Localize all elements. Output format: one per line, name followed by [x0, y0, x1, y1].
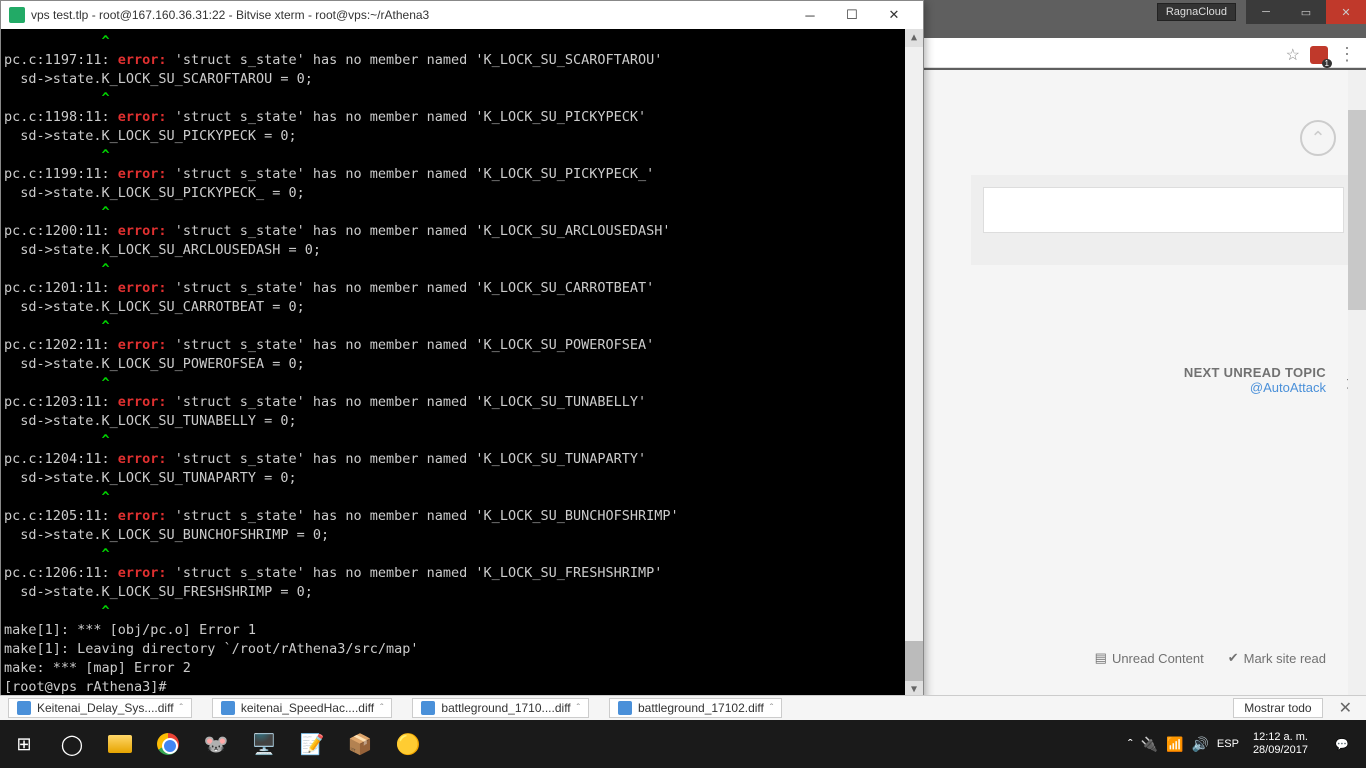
file-explorer-button[interactable] — [96, 720, 144, 768]
browser-maximize-button[interactable]: ▭ — [1286, 0, 1326, 24]
chevron-up-icon: ˆ — [180, 703, 183, 714]
mark-site-read-link[interactable]: ✔ Mark site read — [1228, 650, 1326, 666]
next-topic-title: @AutoAttack — [1184, 380, 1326, 395]
notepad-plus-button[interactable]: 📝 — [288, 720, 336, 768]
file-icon — [421, 701, 435, 715]
page-scrollbar-thumb[interactable] — [1348, 110, 1366, 310]
file-icon — [618, 701, 632, 715]
terminal-minimize-button[interactable]: ─ — [789, 2, 831, 28]
download-filename: keitenai_SpeedHac....diff — [241, 701, 374, 715]
start-button[interactable]: ⊞ — [0, 720, 48, 768]
forum-footer-links: ▤ Unread Content ✔ Mark site read — [1095, 650, 1326, 666]
list-icon: ▤ — [1095, 650, 1107, 666]
download-filename: battleground_1710....diff — [441, 701, 570, 715]
terminal-body[interactable]: ^pc.c:1197:11: error: 'struct s_state' h… — [1, 29, 923, 699]
terminal-title-text: vps test.tlp - root@167.160.36.31:22 - B… — [31, 8, 789, 22]
chevron-up-icon: ˆ — [770, 703, 773, 714]
cortana-button[interactable]: ◯ — [48, 720, 96, 768]
browser-window-controls: ─ ▭ ✕ — [1246, 0, 1366, 24]
download-item[interactable]: battleground_1710....diff ˆ — [412, 698, 589, 718]
taskbar-app-3[interactable]: 📦 — [336, 720, 384, 768]
taskbar-app-1[interactable]: 🐭 — [192, 720, 240, 768]
download-item[interactable]: keitenai_SpeedHac....diff ˆ — [212, 698, 393, 718]
page-scrollbar[interactable] — [1348, 70, 1366, 720]
chevron-up-icon: ˆ — [577, 703, 580, 714]
taskbar-clock[interactable]: 12:12 a. m. 28/09/2017 — [1247, 731, 1314, 757]
unread-content-link[interactable]: ▤ Unread Content — [1095, 650, 1204, 666]
chevron-up-icon: ˆ — [380, 703, 383, 714]
bitvise-icon — [9, 7, 25, 23]
clock-time: 12:12 a. m. — [1253, 731, 1308, 744]
volume-icon[interactable]: 🔊 — [1191, 736, 1208, 753]
browser-menu-icon[interactable]: ⋮ — [1338, 44, 1356, 65]
terminal-titlebar[interactable]: vps test.tlp - root@167.160.36.31:22 - B… — [1, 1, 923, 29]
clock-date: 28/09/2017 — [1253, 744, 1308, 757]
windows-taskbar: ⊞ ◯ 🐭 🖥️ 📝 📦 🟡 ˆ 🔌 📶 🔊 ESP 12:12 a. m. 2… — [0, 720, 1366, 768]
downloads-bar: Keitenai_Delay_Sys....diffˆkeitenai_Spee… — [0, 695, 1366, 720]
wifi-icon[interactable]: 📶 — [1166, 736, 1183, 753]
next-topic-label: NEXT UNREAD TOPIC — [1184, 365, 1326, 380]
reply-box-wrapper — [971, 175, 1356, 265]
power-icon[interactable]: 🔌 — [1141, 736, 1158, 753]
browser-minimize-button[interactable]: ─ — [1246, 0, 1286, 24]
reply-input[interactable] — [983, 187, 1344, 233]
extension-shield-icon[interactable] — [1310, 46, 1328, 64]
taskbar-app-2[interactable]: 🖥️ — [240, 720, 288, 768]
scroll-up-arrow-icon[interactable]: ▲ — [905, 29, 923, 47]
browser-close-button[interactable]: ✕ — [1326, 0, 1366, 24]
download-filename: Keitenai_Delay_Sys....diff — [37, 701, 174, 715]
check-icon: ✔ — [1228, 650, 1239, 666]
next-unread-topic-link[interactable]: NEXT UNREAD TOPIC @AutoAttack › — [1184, 365, 1326, 395]
bitvise-taskbar-button[interactable]: 🟡 — [384, 720, 432, 768]
language-indicator[interactable]: ESP — [1217, 738, 1239, 750]
browser-tab-ragnacloud[interactable]: RagnaCloud — [1157, 3, 1236, 21]
file-icon — [221, 701, 235, 715]
scroll-to-top-button[interactable]: ⌃ — [1300, 120, 1336, 156]
download-item[interactable]: Keitenai_Delay_Sys....diff ˆ — [8, 698, 192, 718]
terminal-maximize-button[interactable]: ☐ — [831, 2, 873, 28]
action-center-button[interactable]: 💬 — [1322, 720, 1362, 768]
bookmark-star-icon[interactable]: ☆ — [1286, 45, 1300, 65]
close-downloads-bar-button[interactable]: ✕ — [1333, 698, 1358, 718]
terminal-scrollbar[interactable]: ▲ ▼ — [905, 29, 923, 699]
terminal-close-button[interactable]: ✕ — [873, 2, 915, 28]
tray-chevron-icon[interactable]: ˆ — [1128, 736, 1133, 752]
chrome-taskbar-button[interactable] — [144, 720, 192, 768]
system-tray: ˆ 🔌 📶 🔊 ESP 12:12 a. m. 28/09/2017 💬 — [1128, 720, 1366, 768]
download-filename: battleground_17102.diff — [638, 701, 764, 715]
file-icon — [17, 701, 31, 715]
terminal-scrollbar-thumb[interactable] — [905, 641, 923, 681]
terminal-window: vps test.tlp - root@167.160.36.31:22 - B… — [0, 0, 924, 700]
download-item[interactable]: battleground_17102.diff ˆ — [609, 698, 782, 718]
show-all-downloads-button[interactable]: Mostrar todo — [1233, 698, 1322, 718]
